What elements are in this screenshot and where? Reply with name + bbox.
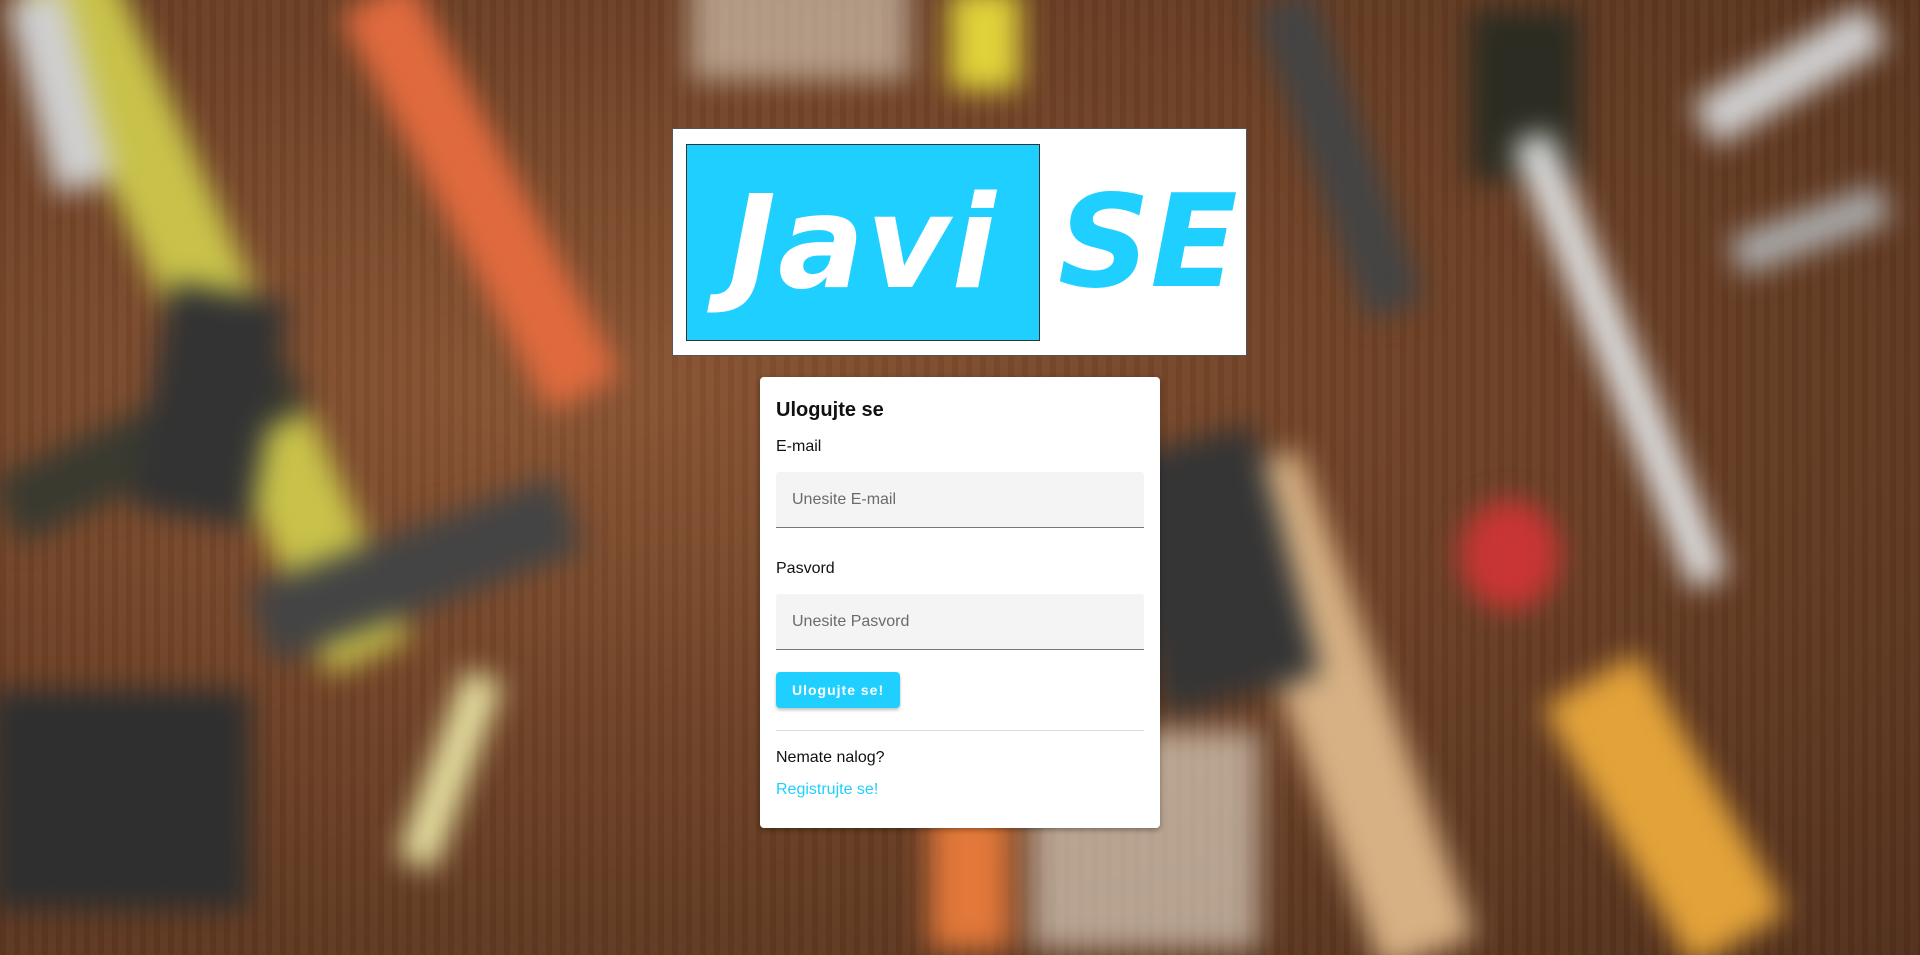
login-button[interactable]: Ulogujte se! — [776, 672, 901, 708]
login-card: Ulogujte se E-mail Pasvord Ulogujte se! … — [760, 377, 1160, 828]
email-label: E-mail — [776, 438, 822, 455]
email-input[interactable] — [776, 472, 1144, 528]
logo: Javi SE — [672, 128, 1247, 356]
register-link[interactable]: Registrujte se! — [776, 781, 878, 799]
logo-se-text: SE — [1058, 168, 1238, 317]
no-account-text: Nemate nalog? — [776, 749, 885, 766]
divider — [776, 730, 1144, 731]
logo-javi-text: Javi — [686, 144, 1040, 341]
login-title: Ulogujte se — [776, 399, 884, 421]
password-input[interactable] — [776, 594, 1144, 650]
password-label: Pasvord — [776, 560, 835, 577]
